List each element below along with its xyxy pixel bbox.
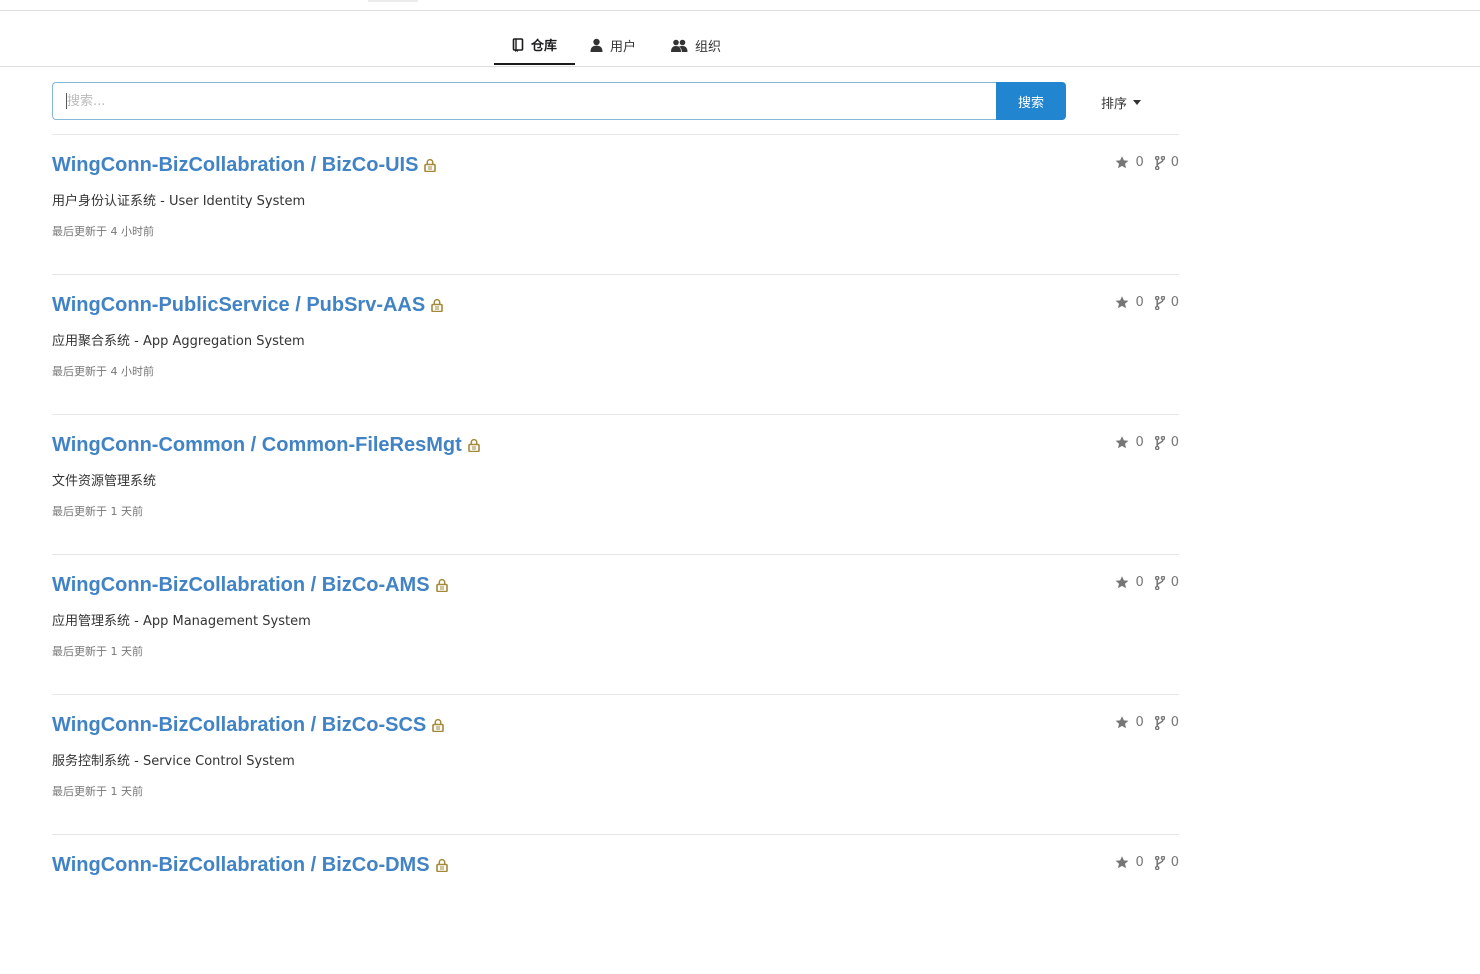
star-count: 0 (1135, 855, 1144, 870)
repo-stats: 0 0 (1115, 715, 1179, 730)
repo-header: WingConn-BizCollabration / BizCo-SCS (52, 711, 445, 739)
repo-owner: WingConn-BizCollabration (52, 573, 306, 596)
repo-item: WingConn-BizCollabration / BizCo-UIS 用户身… (52, 135, 1179, 275)
tab-organizations[interactable]: 组织 (671, 24, 733, 66)
repo-description: 用户身份认证系统 - User Identity System (52, 194, 306, 209)
fork-count: 0 (1170, 715, 1179, 730)
star-icon (1116, 856, 1129, 869)
lock-icon (424, 158, 437, 172)
fork-icon (1154, 155, 1165, 170)
top-nav-item-fragment (368, 0, 418, 2)
fork-count: 0 (1170, 435, 1179, 450)
repo-name: BizCo-DMS (321, 853, 430, 876)
repo-link[interactable]: WingConn-Common / Common-FileResMgt (52, 434, 462, 457)
lock-icon (467, 438, 480, 452)
star-count: 0 (1135, 155, 1144, 170)
explore-tabs: 仓库 用户 组织 (0, 24, 1480, 67)
repo-header: WingConn-BizCollabration / BizCo-DMS (52, 851, 448, 879)
star-icon (1116, 296, 1129, 309)
repo-updated-time: 最后更新于 1 天前 (52, 505, 143, 518)
tab-repositories-label: 仓库 (530, 39, 557, 54)
fork-count: 0 (1170, 855, 1179, 870)
fork-count: 0 (1170, 155, 1179, 170)
tab-organizations-label: 组织 (695, 39, 722, 55)
star-icon (1116, 576, 1129, 589)
repo-header: WingConn-PublicService / PubSrv-AAS (52, 291, 444, 319)
repo-item: WingConn-BizCollabration / BizCo-SCS 服务控… (52, 695, 1179, 835)
repo-description: 应用管理系统 - App Management System (52, 614, 311, 629)
search-input[interactable] (52, 82, 996, 120)
repo-owner: WingConn-Common (52, 433, 246, 456)
repo-stats: 0 0 (1115, 155, 1179, 170)
fork-icon (1154, 855, 1165, 870)
tab-users-label: 用户 (610, 39, 637, 55)
star-count: 0 (1135, 715, 1144, 730)
repo-book-icon (512, 37, 524, 52)
star-icon (1116, 716, 1129, 729)
repo-description: 应用聚合系统 - App Aggregation System (52, 334, 305, 349)
top-nav-strip (0, 0, 1480, 11)
repo-link[interactable]: WingConn-BizCollabration / BizCo-AMS (52, 574, 430, 597)
lock-icon (431, 298, 444, 312)
repo-name: BizCo-UIS (321, 153, 419, 176)
repo-description: 服务控制系统 - Service Control System (52, 754, 295, 769)
repo-owner: WingConn-PublicService (52, 293, 290, 316)
repo-name: Common-FileResMgt (261, 433, 462, 456)
star-count: 0 (1135, 575, 1144, 590)
star-icon (1116, 436, 1129, 449)
fork-count: 0 (1170, 575, 1179, 590)
search-button[interactable]: 搜索 (996, 82, 1066, 120)
repo-link[interactable]: WingConn-BizCollabration / BizCo-UIS (52, 154, 418, 177)
repo-item: WingConn-BizCollabration / BizCo-AMS 应用管… (52, 555, 1179, 695)
lock-icon (435, 578, 448, 592)
repo-header: WingConn-BizCollabration / BizCo-UIS (52, 151, 437, 179)
user-icon (590, 38, 603, 52)
text-cursor (66, 93, 67, 109)
fork-count: 0 (1170, 295, 1179, 310)
repo-item: WingConn-PublicService / PubSrv-AAS 应用聚合… (52, 275, 1179, 415)
sort-label: 排序 (1101, 96, 1128, 112)
repo-header: WingConn-BizCollabration / BizCo-AMS (52, 571, 448, 599)
sort-dropdown[interactable]: 排序 (1101, 93, 1142, 112)
repo-updated-time: 最后更新于 1 天前 (52, 785, 143, 798)
repo-link[interactable]: WingConn-BizCollabration / BizCo-DMS (52, 854, 430, 877)
repo-item: WingConn-Common / Common-FileResMgt 文件资源… (52, 415, 1179, 555)
users-icon (671, 39, 688, 52)
repo-owner: WingConn-BizCollabration (52, 853, 306, 876)
repo-updated-time: 最后更新于 4 小时前 (52, 225, 154, 238)
repo-updated-time: 最后更新于 4 小时前 (52, 365, 154, 378)
repo-updated-time: 最后更新于 1 天前 (52, 645, 143, 658)
repo-link[interactable]: WingConn-PublicService / PubSrv-AAS (52, 294, 425, 317)
star-count: 0 (1135, 295, 1144, 310)
repo-stats: 0 0 (1115, 295, 1179, 310)
fork-icon (1154, 575, 1165, 590)
repo-name: PubSrv-AAS (306, 293, 426, 316)
tab-users[interactable]: 用户 (590, 24, 650, 66)
repository-list: WingConn-BizCollabration / BizCo-UIS 用户身… (52, 134, 1179, 974)
repo-owner: WingConn-BizCollabration (52, 153, 306, 176)
repo-name: BizCo-AMS (321, 573, 430, 596)
tab-repositories[interactable]: 仓库 (494, 24, 575, 65)
caret-down-icon (1133, 99, 1142, 105)
fork-icon (1154, 715, 1165, 730)
repo-owner: WingConn-BizCollabration (52, 713, 306, 736)
repo-stats: 0 0 (1115, 855, 1179, 870)
fork-icon (1154, 435, 1165, 450)
star-count: 0 (1135, 435, 1144, 450)
repo-stats: 0 0 (1115, 575, 1179, 590)
lock-icon (432, 718, 445, 732)
repo-link[interactable]: WingConn-BizCollabration / BizCo-SCS (52, 714, 426, 737)
repo-name: BizCo-SCS (321, 713, 427, 736)
repo-description: 文件资源管理系统 (52, 474, 157, 489)
repo-header: WingConn-Common / Common-FileResMgt (52, 431, 480, 459)
repo-stats: 0 0 (1115, 435, 1179, 450)
fork-icon (1154, 295, 1165, 310)
star-icon (1116, 156, 1129, 169)
lock-icon (435, 858, 448, 872)
repo-item: WingConn-BizCollabration / BizCo-DMS 0 0 (52, 835, 1179, 974)
